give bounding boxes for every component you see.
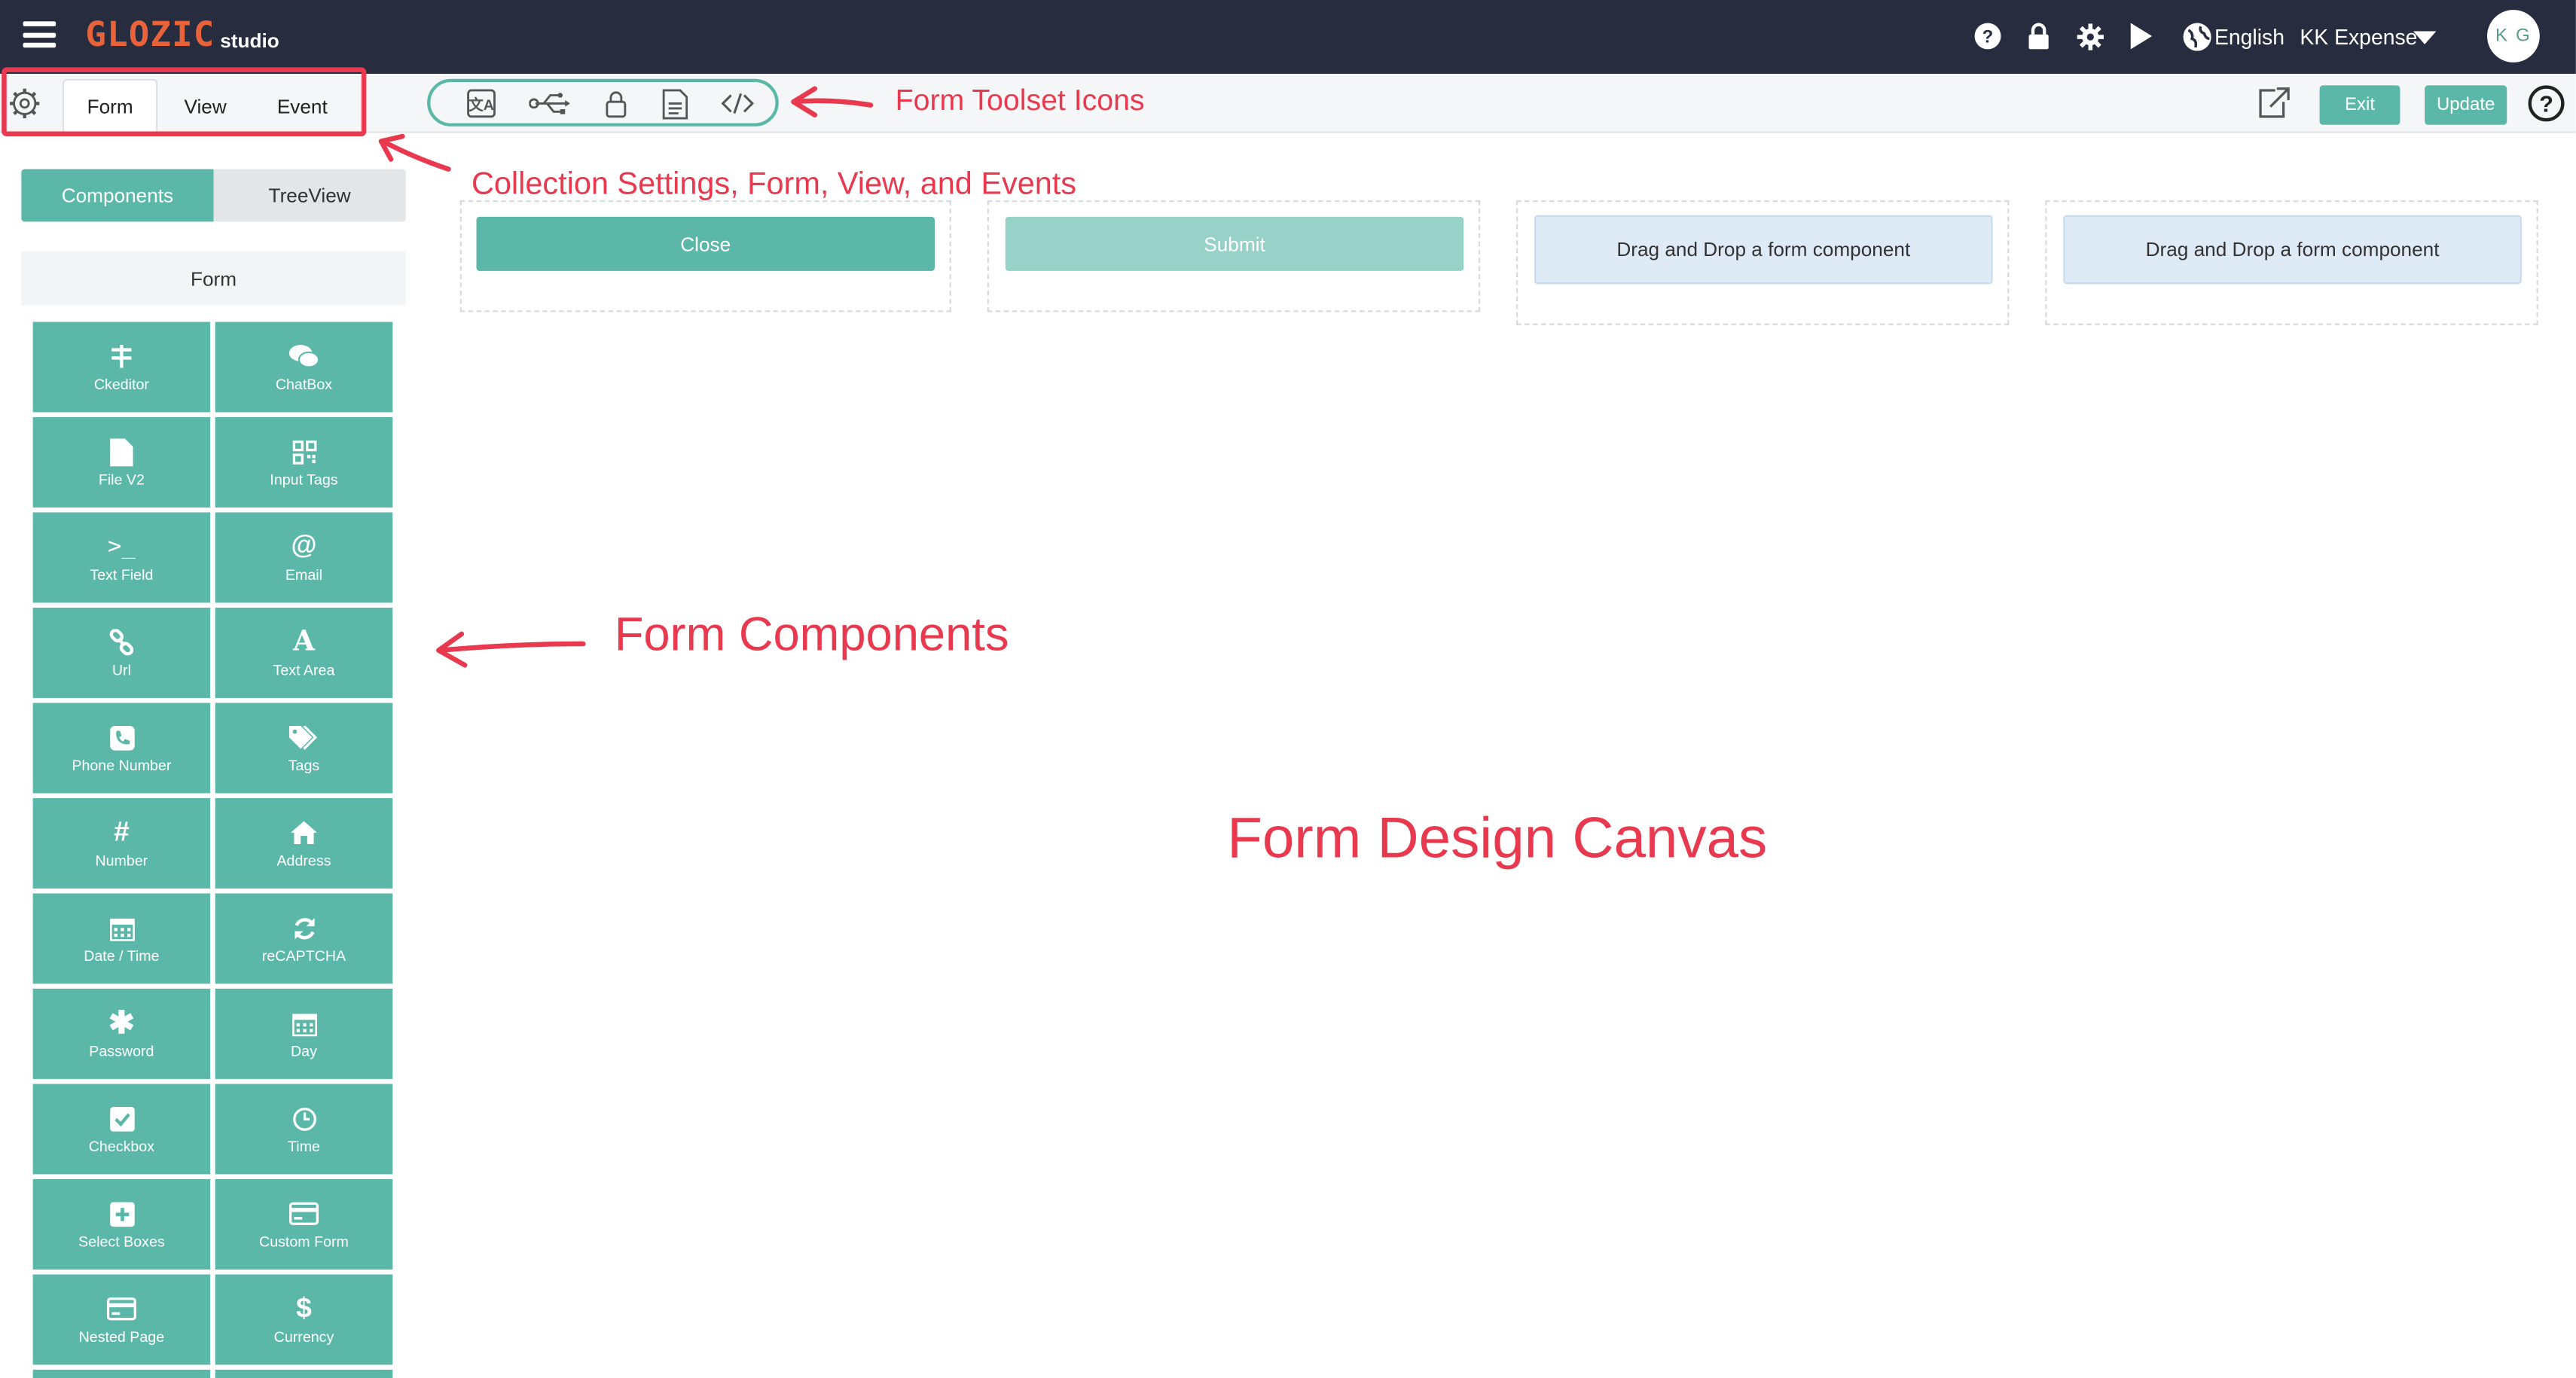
annotation-arrows — [378, 86, 874, 668]
annotation-canvas: Form Design Canvas — [1227, 806, 1768, 870]
annotation-collection-settings: Collection Settings, Form, View, and Eve… — [471, 167, 1077, 203]
annotation-form-components: Form Components — [614, 609, 1009, 662]
annotation-toolset: Form Toolset Icons — [895, 84, 1145, 117]
